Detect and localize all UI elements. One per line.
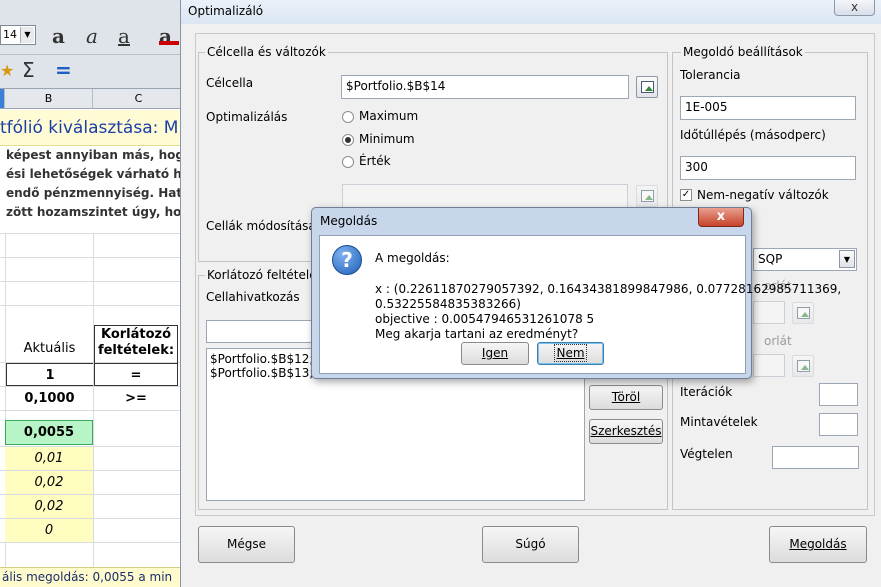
chevron-down-icon[interactable]: ▼: [20, 27, 34, 43]
font-size-value: 14: [3, 28, 17, 41]
radio-maximum-label[interactable]: Maximum: [359, 109, 418, 123]
format-toolbar: 14 ▼ a a a a: [0, 0, 185, 55]
font-color-bar: [159, 41, 179, 45]
shrink-icon[interactable]: [636, 76, 658, 98]
tolerance-input[interactable]: 1E-005: [680, 96, 856, 120]
target-group-title: Célcella és változók: [205, 45, 328, 59]
constraints-group-title: Korlátozó feltételek: [205, 268, 326, 282]
solver-algo-value: SQP: [758, 252, 783, 266]
solve-button[interactable]: Megoldás: [769, 526, 867, 563]
yes-button[interactable]: Igen: [461, 342, 529, 365]
iterations-input[interactable]: [819, 383, 858, 406]
optimize-label: Optimalizálás: [206, 110, 288, 124]
message-content: ? A megoldás: x : (0.22611870279057392, …: [319, 235, 841, 374]
nonneg-checkbox[interactable]: ✓: [680, 189, 692, 201]
close-button[interactable]: x: [698, 208, 744, 227]
samples-input[interactable]: [819, 413, 858, 436]
timeout-input[interactable]: 300: [680, 156, 856, 180]
chevron-down-icon[interactable]: ▼: [839, 250, 855, 268]
wizard-icon[interactable]: ★: [0, 61, 14, 80]
radio-minimum[interactable]: [342, 134, 354, 146]
cellref-label: Cellahivatkozás: [206, 290, 300, 304]
column-header-b[interactable]: B: [5, 89, 93, 109]
close-icon: x: [716, 209, 726, 224]
tolerance-label: Tolerancia: [680, 68, 741, 82]
result-message-box: Megoldás x ? A megoldás: x : (0.22611870…: [311, 207, 841, 379]
cell-value[interactable]: 0,1000: [6, 387, 93, 410]
weight-cell[interactable]: 0: [5, 519, 93, 542]
cell-op[interactable]: =: [94, 363, 178, 386]
samples-label: Mintavételek: [680, 415, 758, 429]
status-text: ális megoldás: 0,0055 a min: [0, 567, 185, 587]
cell-value[interactable]: 1: [6, 363, 93, 386]
radio-maximum[interactable]: [342, 111, 354, 123]
cancel-button[interactable]: Mégse: [198, 526, 295, 563]
equals-icon[interactable]: =: [55, 58, 72, 82]
header-aktualis: Aktuális: [23, 341, 76, 356]
edit-button[interactable]: Szerkesztés: [589, 419, 663, 444]
no-button[interactable]: Nem: [537, 342, 604, 365]
upper-bound-label: orlát: [764, 334, 792, 348]
objective-line: objective : 0.00547946531261078 5: [375, 312, 595, 326]
iterations-label: Iterációk: [680, 385, 733, 399]
font-size-box[interactable]: 14 ▼: [0, 25, 36, 45]
nonneg-label[interactable]: Nem-negatív változók: [697, 188, 829, 202]
shrink-icon[interactable]: [636, 185, 658, 207]
spreadsheet-background: 14 ▼ a a a a ★ Σ = Hatékony portfó B C t…: [0, 0, 185, 587]
solution-x-line: x : (0.22611870279057392, 0.164343818998…: [375, 282, 842, 296]
underline-icon[interactable]: a: [118, 24, 130, 48]
result-cell[interactable]: 0,0055: [5, 420, 93, 445]
solver-titlebar[interactable]: Optimalizáló x: [181, 0, 881, 24]
radio-value-label[interactable]: Érték: [359, 154, 391, 168]
lower-bound-input[interactable]: [753, 301, 785, 324]
message-heading: A megoldás:: [375, 251, 450, 265]
solver-algo-select[interactable]: SQP ▼: [753, 248, 857, 271]
keep-question: Meg akarja tartani az eredményt?: [375, 327, 579, 341]
shrink-icon[interactable]: [792, 302, 814, 324]
body-line: zött hozamszintet úgy, hogy: [6, 205, 185, 219]
body-line: endő pénzmennyiség. Határ: [6, 186, 185, 200]
delete-button[interactable]: Töröl: [589, 385, 663, 410]
upper-bound-input[interactable]: [753, 354, 785, 377]
timeout-label: Időtúllépés (másodperc): [680, 128, 826, 142]
bold-icon[interactable]: a: [52, 24, 65, 48]
body-line: képest annyiban más, hogy: [6, 148, 185, 162]
target-cell-label: Célcella: [206, 76, 254, 90]
solution-x-line: 0.53225584835383266): [375, 297, 521, 311]
weight-cell[interactable]: 0,02: [5, 471, 93, 494]
sheet-title: tfólió kiválasztása: M: [0, 118, 179, 138]
radio-minimum-label[interactable]: Minimum: [359, 132, 415, 146]
help-button[interactable]: Súgó: [482, 526, 579, 563]
weight-cell[interactable]: 0,01: [5, 447, 93, 470]
value-input[interactable]: [342, 184, 628, 208]
italic-icon[interactable]: a: [86, 24, 98, 48]
cell-op[interactable]: >=: [94, 387, 178, 410]
close-button[interactable]: x: [834, 0, 875, 16]
infinity-input[interactable]: [772, 446, 859, 469]
body-line: ési lehetőségek várható hoza: [6, 167, 185, 181]
close-icon: x: [850, 0, 859, 14]
infinity-label: Végtelen: [680, 447, 733, 461]
solver-title: Optimalizáló: [188, 4, 264, 18]
settings-group-title: Megoldó beállítások: [681, 45, 805, 59]
shrink-icon[interactable]: [792, 355, 814, 377]
radio-value[interactable]: [342, 156, 354, 168]
weight-cell[interactable]: 0,02: [5, 495, 93, 518]
message-title: Megoldás: [320, 214, 378, 228]
formula-toolbar: ★ Σ = Hatékony portfó: [0, 55, 185, 138]
target-cell-input[interactable]: $Portfolio.$B$14: [341, 75, 629, 99]
sum-icon[interactable]: Σ: [22, 58, 35, 82]
header-korlatozo: Korlátozó feltételek:: [94, 325, 178, 363]
question-icon: ?: [332, 245, 362, 275]
column-header-c[interactable]: C: [93, 89, 185, 109]
